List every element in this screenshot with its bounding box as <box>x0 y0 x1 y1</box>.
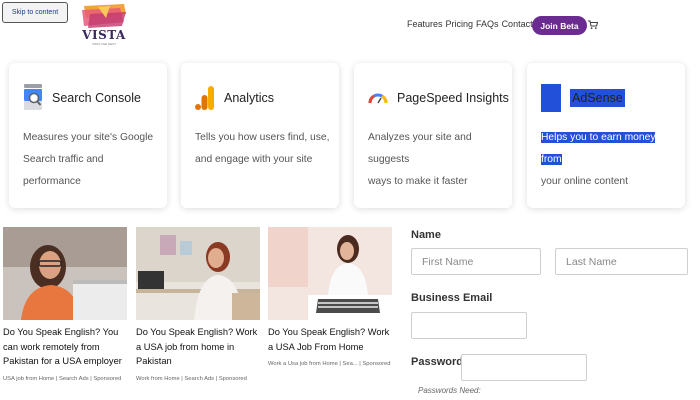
adsense-icon <box>541 84 561 112</box>
logo-text: VISTA <box>82 28 126 42</box>
skip-to-content-link[interactable]: Skip to content <box>2 2 68 23</box>
pagespeed-icon <box>368 93 388 104</box>
join-beta-button[interactable]: Join Beta <box>532 16 587 35</box>
password-label: Password <box>411 356 463 368</box>
business-email-label: Business Email <box>411 292 493 304</box>
ad-meta: Work a Usa job from Home | Sea... | Spon… <box>268 361 391 367</box>
logo-tagline: VISTA THE NEXT <box>92 42 116 46</box>
ad-image[interactable] <box>268 227 392 320</box>
ad-image[interactable] <box>136 227 260 320</box>
logo-mark-icon <box>82 4 126 28</box>
ad-title[interactable]: Do You Speak English? Work a USA job fro… <box>136 325 260 369</box>
card-description: Measures your site's Google Search traff… <box>23 132 154 187</box>
card-adsense[interactable]: AdSense Helps you to earn money from you… <box>527 63 685 208</box>
analytics-icon <box>195 86 214 110</box>
ad-image[interactable] <box>3 227 127 320</box>
cart-icon[interactable] <box>588 20 598 30</box>
search-console-icon <box>24 84 42 110</box>
card-analytics[interactable]: Analytics Tells you how users find, use,… <box>181 63 339 208</box>
sponsored-ad-2[interactable]: Do You Speak English? Work a USA job fro… <box>136 227 260 382</box>
card-title: PageSpeed Insights <box>397 91 509 105</box>
password-requirements: Passwords Need: <box>418 386 481 395</box>
ad-title[interactable]: Do You Speak English? You can work remot… <box>3 325 127 369</box>
nav-contact[interactable]: Contact <box>502 19 533 29</box>
ad-meta: USA job from Home | Search Ads | Sponsor… <box>3 375 122 382</box>
card-title: AdSense <box>570 89 625 107</box>
card-search-console[interactable]: Search Console Measures your site's Goog… <box>9 63 167 208</box>
card-title: Search Console <box>52 91 141 105</box>
card-title: Analytics <box>224 91 275 105</box>
ad-meta: Work from Home | Search Ads | Sponsored <box>136 375 247 382</box>
business-email-input[interactable] <box>411 312 527 339</box>
main-nav: Features Pricing FAQs Contact <box>407 19 536 29</box>
nav-pricing[interactable]: Pricing <box>446 19 474 29</box>
card-description: Tells you how users find, use, and engag… <box>195 132 330 165</box>
name-label: Name <box>411 229 441 241</box>
nav-features[interactable]: Features <box>407 19 443 29</box>
last-name-input[interactable] <box>555 248 688 275</box>
vista-logo[interactable]: VISTA VISTA THE NEXT <box>80 4 128 46</box>
card-description: Analyzes your site and suggests ways to … <box>368 132 472 187</box>
ad-title[interactable]: Do You Speak English? Work a USA Job Fro… <box>268 325 392 354</box>
nav-faqs[interactable]: FAQs <box>476 19 499 29</box>
password-input[interactable] <box>461 354 587 381</box>
sponsored-ad-1[interactable]: Do You Speak English? You can work remot… <box>3 227 127 382</box>
sponsored-ad-3[interactable]: Do You Speak English? Work a USA Job Fro… <box>268 227 392 367</box>
card-description: Helps you to earn money from your online… <box>541 132 656 187</box>
first-name-input[interactable] <box>411 248 541 275</box>
card-pagespeed[interactable]: PageSpeed Insights Analyzes your site an… <box>354 63 512 208</box>
